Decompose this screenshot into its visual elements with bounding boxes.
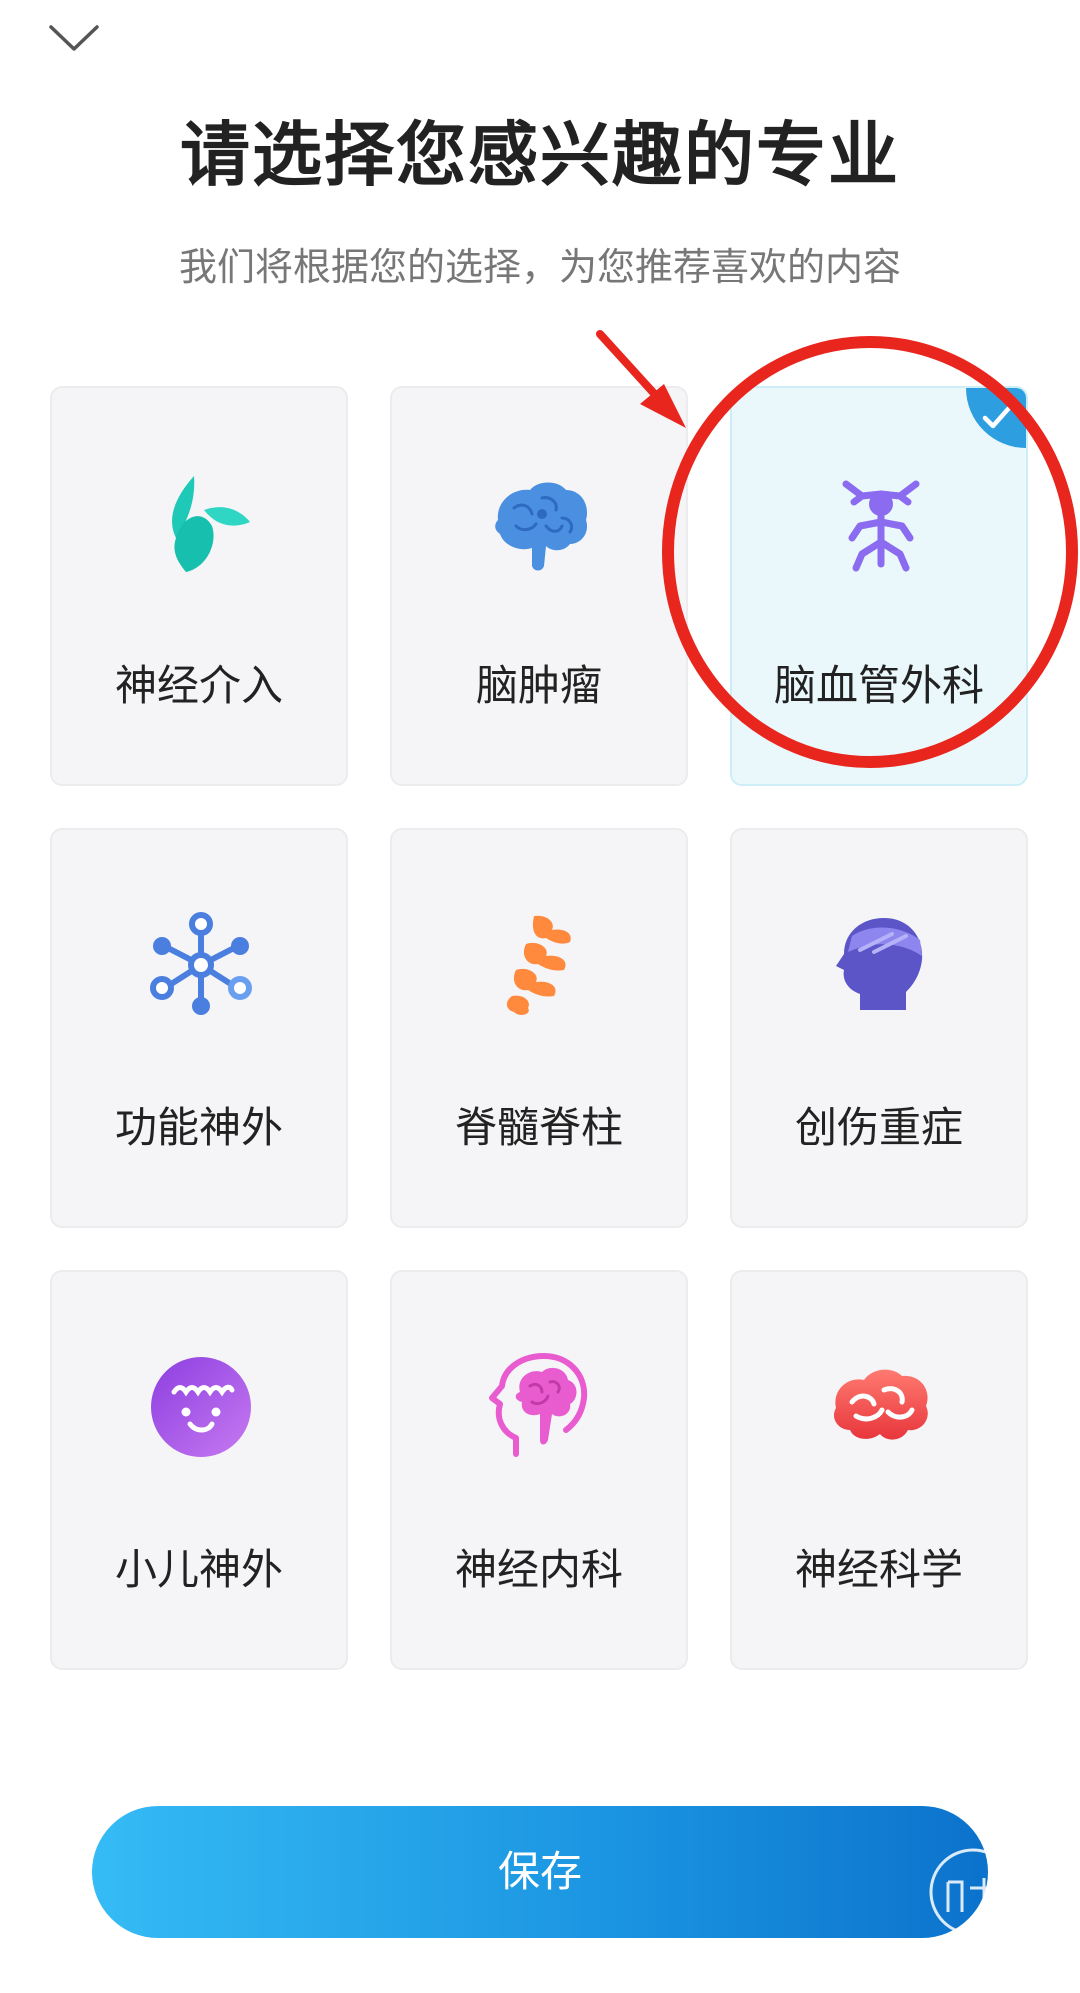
specialty-grid: 神经介入 脑肿瘤 脑血管外科 功能神外 脊髓脊柱 创伤重症 小儿神外 神经内科 … <box>50 386 1030 1670</box>
brain-icon <box>486 468 596 578</box>
specialty-card-neuro-intervention[interactable]: 神经介入 <box>50 386 348 786</box>
vessel-tree-icon <box>826 468 936 578</box>
spine-icon <box>486 910 596 1020</box>
chevron-down-icon <box>49 25 99 51</box>
watermark-logo <box>918 1842 988 1942</box>
specialty-label: 功能神外 <box>114 1103 283 1152</box>
page-subtitle: 我们将根据您的选择，为您推荐喜欢的内容 <box>178 245 901 289</box>
selected-badge <box>946 388 1026 468</box>
page-title: 请选择您感兴趣的专业 <box>180 114 900 196</box>
head-bandage-icon <box>826 910 936 1020</box>
save-button[interactable]: 保存 <box>92 1806 988 1938</box>
specialty-card-trauma-critical[interactable]: 创伤重症 <box>730 828 1028 1228</box>
specialty-card-cerebrovascular-surgery[interactable]: 脑血管外科 <box>730 386 1028 786</box>
child-face-icon <box>146 1352 256 1462</box>
specialty-label: 脊髓脊柱 <box>454 1103 623 1152</box>
specialty-label: 创伤重症 <box>794 1103 963 1152</box>
specialty-label: 脑血管外科 <box>773 661 984 710</box>
specialty-card-pediatric-neurosurgery[interactable]: 小儿神外 <box>50 1270 348 1670</box>
specialty-label: 神经介入 <box>114 661 283 710</box>
checkmark-icon <box>982 405 1012 429</box>
specialty-card-neurology[interactable]: 神经内科 <box>390 1270 688 1670</box>
collapse-button[interactable] <box>44 18 104 58</box>
brain-icon <box>826 1352 936 1462</box>
specialty-card-neuroscience[interactable]: 神经科学 <box>730 1270 1028 1670</box>
head-brain-icon <box>486 1352 596 1462</box>
leaf-icon <box>146 468 256 578</box>
network-nodes-icon <box>146 910 256 1020</box>
specialty-label: 脑肿瘤 <box>475 661 602 710</box>
specialty-card-functional-neurosurgery[interactable]: 功能神外 <box>50 828 348 1228</box>
specialty-card-brain-tumor[interactable]: 脑肿瘤 <box>390 386 688 786</box>
specialty-label: 神经内科 <box>454 1545 623 1594</box>
specialty-label: 神经科学 <box>794 1545 963 1594</box>
specialty-label: 小儿神外 <box>114 1545 283 1594</box>
specialty-card-spine[interactable]: 脊髓脊柱 <box>390 828 688 1228</box>
